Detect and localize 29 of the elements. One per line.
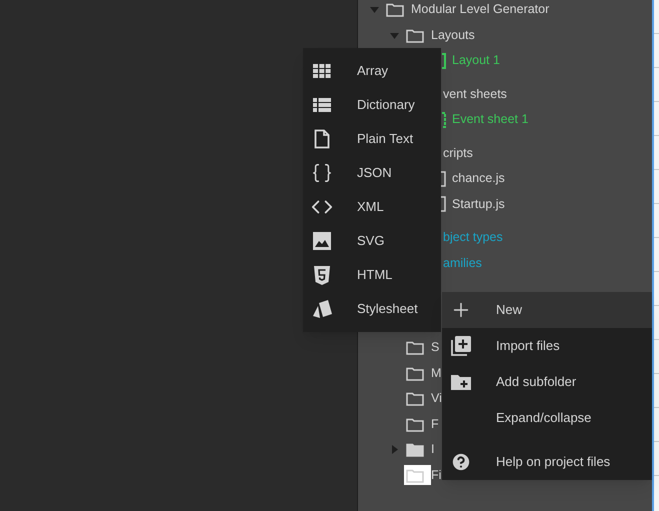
menu-item[interactable]: HTML — [303, 258, 441, 292]
tree-item-label[interactable]: S — [431, 338, 440, 358]
tree-item-label[interactable]: vent sheets — [443, 84, 507, 104]
tree-item-label[interactable]: amilies — [443, 254, 482, 273]
menu-item[interactable]: Import files — [442, 328, 652, 364]
tree-item-label[interactable]: cripts — [443, 144, 473, 163]
tree-item-label[interactable]: Modular Level Generator — [411, 0, 550, 20]
menu-item[interactable]: SVG — [303, 224, 441, 258]
menu-item[interactable]: Add subfolder — [442, 364, 652, 400]
menu-item[interactable]: Plain Text — [303, 122, 441, 156]
tree-item-label[interactable]: Startup.js — [452, 194, 505, 214]
menu-item[interactable]: Expand/collapse — [442, 400, 652, 436]
tree-item-label[interactable]: Fi — [431, 466, 442, 485]
menu-item[interactable]: Dictionary — [303, 88, 441, 122]
tree-item-label[interactable]: chance.js — [452, 169, 505, 188]
menu-item[interactable]: Help on project files — [442, 444, 652, 480]
menu-item[interactable]: Stylesheet — [303, 292, 441, 326]
tree-item-label[interactable]: Vi — [431, 389, 442, 408]
tree-item-label[interactable]: bject types — [443, 228, 503, 248]
menu-item[interactable]: Array — [303, 54, 441, 88]
menu-item[interactable]: JSON — [303, 156, 441, 190]
tree-item-label[interactable]: M — [431, 364, 442, 383]
tree-item-label[interactable]: Event sheet 1 — [452, 110, 528, 130]
menu-item[interactable]: XML — [303, 190, 441, 224]
tree-item-label[interactable]: Layouts — [431, 26, 475, 45]
tree-item-label[interactable]: Layout 1 — [452, 51, 500, 70]
tree-item-label[interactable]: I — [431, 440, 434, 460]
menu-item[interactable]: New — [442, 292, 652, 328]
tree-item-label[interactable]: F — [431, 414, 439, 434]
